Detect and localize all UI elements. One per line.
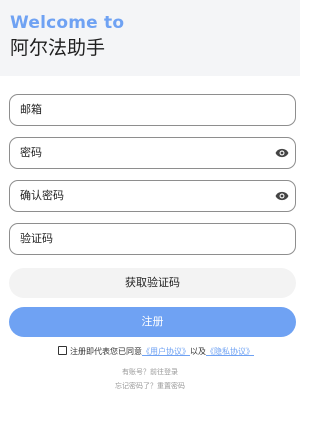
agreement-row: 注册即代表您已同意《用户协议》以及《隐私协议》 — [58, 345, 254, 359]
password-placeholder: 密码 — [20, 146, 42, 159]
app-name: 阿尔法助手 — [10, 37, 106, 59]
user-agreement-link[interactable]: 《用户协议》 — [142, 347, 190, 356]
email-placeholder: 邮箱 — [20, 103, 42, 116]
welcome-title: Welcome to — [10, 13, 125, 33]
confirm-password-field[interactable]: 确认密码 — [9, 180, 296, 212]
get-code-button[interactable]: 获取验证码 — [9, 268, 296, 298]
login-link[interactable]: 有账号？前往登录 — [0, 367, 300, 377]
confirm-password-placeholder: 确认密码 — [20, 189, 64, 202]
reset-password-link[interactable]: 忘记密码了？重置密码 — [0, 381, 300, 391]
header: Welcome to 阿尔法助手 — [0, 0, 300, 76]
agreement-prefix: 注册即代表您已同意 — [70, 347, 142, 356]
verification-code-field[interactable]: 验证码 — [9, 223, 296, 255]
eye-icon[interactable] — [275, 190, 289, 202]
agreement-middle: 以及 — [190, 347, 206, 356]
agreement-checkbox[interactable] — [58, 346, 67, 355]
register-button[interactable]: 注册 — [9, 307, 296, 337]
code-placeholder: 验证码 — [20, 232, 53, 245]
password-field[interactable]: 密码 — [9, 137, 296, 169]
privacy-agreement-link[interactable]: 《隐私协议》 — [206, 347, 254, 356]
eye-icon[interactable] — [275, 147, 289, 159]
email-field[interactable]: 邮箱 — [9, 94, 296, 126]
